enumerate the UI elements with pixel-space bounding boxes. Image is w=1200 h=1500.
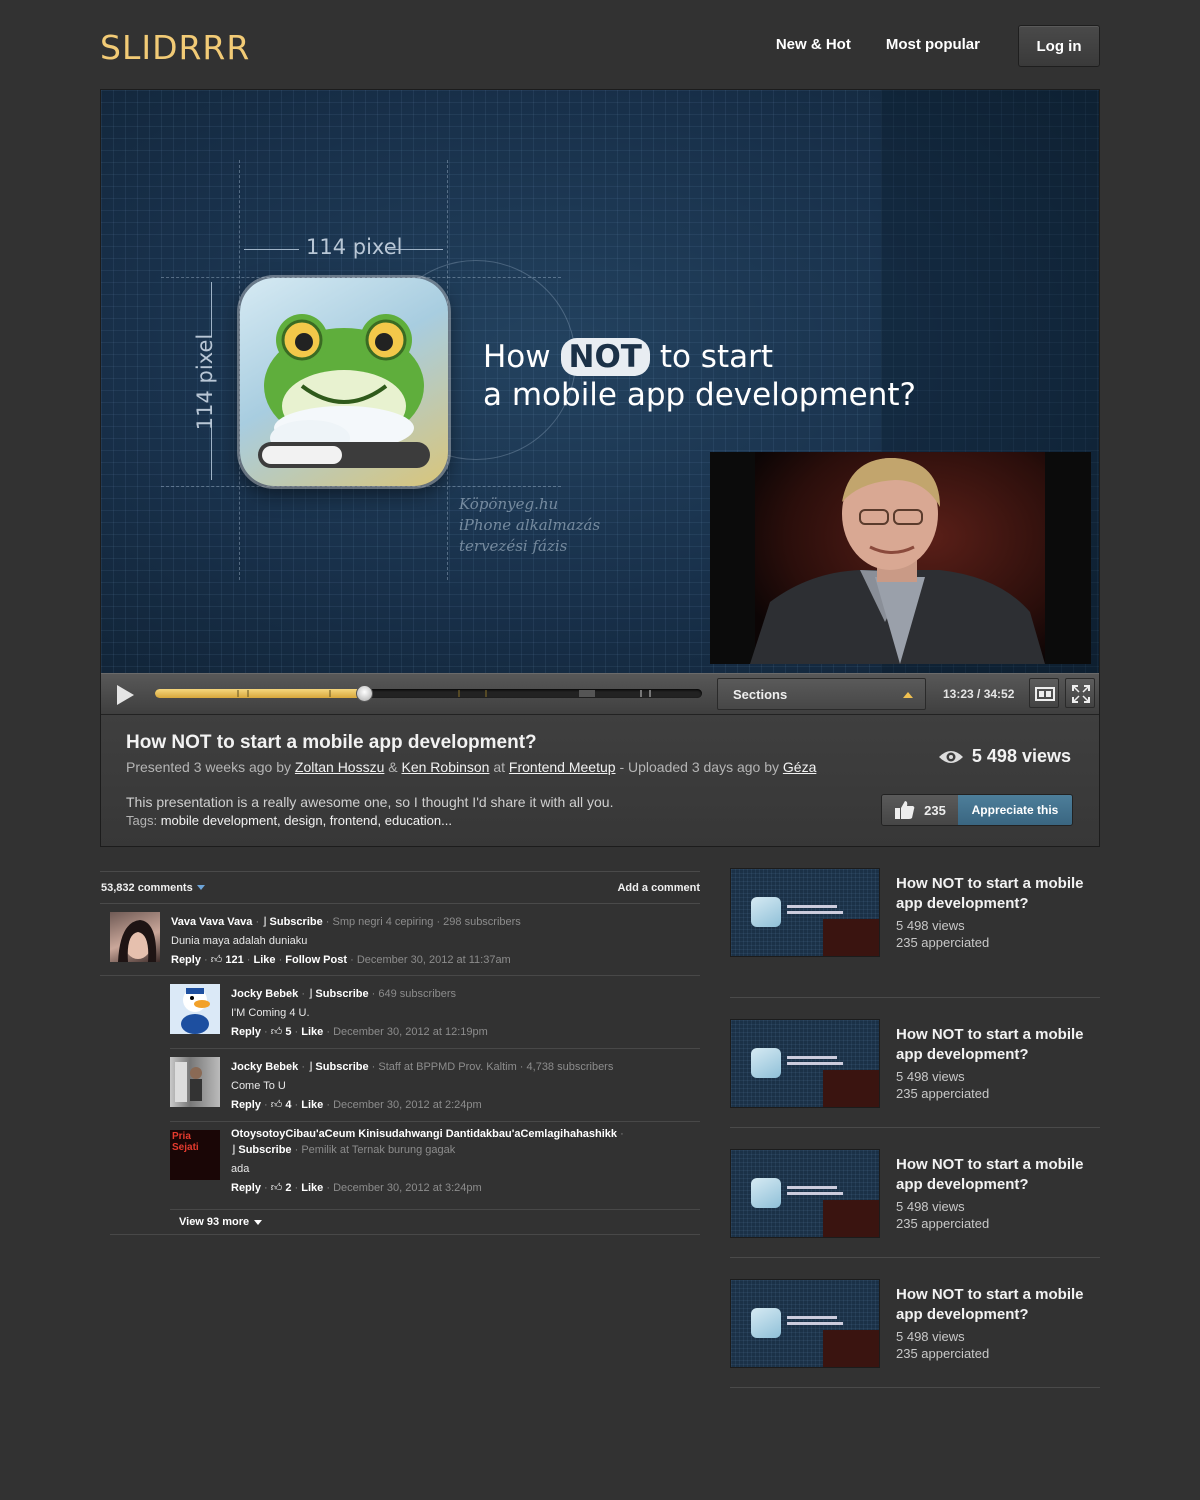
fullscreen-button[interactable] xyxy=(1065,678,1095,708)
related-video-item[interactable]: How NOT to start a mobile app developmen… xyxy=(730,1258,1100,1388)
like-link[interactable]: Like xyxy=(301,1099,323,1111)
time-display: 13:23 / 34:52 xyxy=(943,687,1015,701)
main-nav: New & Hot Most popular xyxy=(776,36,980,53)
progress-handle[interactable] xyxy=(356,685,374,702)
comment-date: December 30, 2012 at 11:37am xyxy=(356,954,511,966)
height-dimension-label: 114 pixel xyxy=(193,333,218,431)
slide-view[interactable]: 114 pixel 114 pixel How NOT to start a m… xyxy=(101,90,1099,673)
rss-icon: ⌋ xyxy=(308,988,313,1000)
related-thumbnail[interactable] xyxy=(730,1149,880,1238)
reply-link[interactable]: Reply xyxy=(231,1182,261,1194)
follow-post-link[interactable]: Follow Post xyxy=(285,954,347,966)
play-icon[interactable] xyxy=(117,685,134,705)
reply-link[interactable]: Reply xyxy=(171,954,201,966)
reply-link[interactable]: Reply xyxy=(231,1099,261,1111)
comments-count-dropdown[interactable]: 53,832 comments xyxy=(101,882,205,894)
view-count: 5 498 views xyxy=(938,746,1071,767)
thumbs-up-icon: 👍︎ xyxy=(210,954,223,966)
avatar[interactable] xyxy=(170,984,220,1034)
comment-author[interactable]: OtoysotoyCibau'aCeum Kinisudahwangi Dant… xyxy=(231,1128,617,1140)
video-meta: Presented 3 weeks ago by Zoltan Hosszu &… xyxy=(126,759,817,775)
caret-up-icon xyxy=(903,692,913,698)
video-description: This presentation is a really awesome on… xyxy=(126,794,614,810)
comment-text: Come To U xyxy=(231,1080,286,1092)
event-link[interactable]: Frontend Meetup xyxy=(509,759,616,775)
video-tags: Tags: mobile development, design, fronte… xyxy=(126,813,452,828)
related-thumbnail[interactable] xyxy=(730,868,880,957)
comment-date: December 30, 2012 at 12:19pm xyxy=(333,1026,488,1038)
related-thumbnail[interactable] xyxy=(730,1019,880,1108)
like-link[interactable]: Like xyxy=(253,954,275,966)
layout-toggle-button[interactable] xyxy=(1029,678,1059,708)
comment-text: I'M Coming 4 U. xyxy=(231,1007,310,1019)
comment-text: Dunia maya adalah duniaku xyxy=(171,935,308,947)
site-header: SLIDRRR New & Hot Most popular Log in xyxy=(100,22,1100,70)
video-info: How NOT to start a mobile app developmen… xyxy=(101,715,1099,846)
chevron-down-icon xyxy=(254,1219,263,1225)
comment-replies: Jocky Bebek · ⌋ Subscribe · 649 subscrib… xyxy=(170,976,700,1210)
add-comment-link[interactable]: Add a comment xyxy=(617,882,700,894)
nav-most-popular[interactable]: Most popular xyxy=(886,36,980,53)
comment-author[interactable]: Jocky Bebek xyxy=(231,1061,298,1073)
avatar[interactable] xyxy=(170,1057,220,1107)
rss-icon: ⌋ xyxy=(262,916,267,928)
slide-note: Köpönyeg.hu iPhone alkalmazás tervezési … xyxy=(459,495,601,555)
comment-author[interactable]: Vava Vava Vava xyxy=(171,916,252,928)
related-video-item[interactable]: How NOT to start a mobile app developmen… xyxy=(730,998,1100,1128)
uploader-link[interactable]: Géza xyxy=(783,759,816,775)
progress-track[interactable] xyxy=(155,685,702,702)
fullscreen-icon xyxy=(1072,685,1090,703)
subscribe-link[interactable]: Subscribe xyxy=(238,1144,291,1156)
comments-section: 53,832 comments Add a comment Vava Vava … xyxy=(100,871,700,1235)
chevron-down-icon xyxy=(196,885,205,891)
subscribe-link[interactable]: Subscribe xyxy=(315,988,368,1000)
site-logo[interactable]: SLIDRRR xyxy=(100,28,250,67)
avatar[interactable] xyxy=(110,912,160,962)
view-more-comments[interactable]: View 93 more xyxy=(179,1216,263,1228)
comment-item: Pria Sejati OtoysotoyCibau'aCeum Kinisud… xyxy=(170,1122,700,1210)
player-controls: Sections 13:23 / 34:52 xyxy=(101,673,1099,715)
appreciate-control: 235 Appreciate this xyxy=(881,794,1073,826)
comment-date: December 30, 2012 at 2:24pm xyxy=(333,1099,482,1111)
video-player: 114 pixel 114 pixel How NOT to start a m… xyxy=(100,89,1100,847)
eye-icon xyxy=(938,750,963,763)
rss-icon: ⌋ xyxy=(231,1144,236,1156)
thumbs-up-icon: 👍︎ xyxy=(270,1026,283,1038)
login-button[interactable]: Log in xyxy=(1018,25,1100,67)
sections-dropdown[interactable]: Sections xyxy=(717,678,926,710)
thumbs-up-icon: 👍︎ xyxy=(270,1182,283,1194)
width-dimension-label: 114 pixel xyxy=(306,235,403,259)
comments-header: 53,832 comments Add a comment xyxy=(100,871,700,904)
presenter-link-1[interactable]: Zoltan Hosszu xyxy=(295,759,384,775)
slide-title: How NOT to start a mobile app developmen… xyxy=(483,338,917,413)
comment-author[interactable]: Jocky Bebek xyxy=(231,988,298,1000)
related-thumbnail[interactable] xyxy=(730,1279,880,1368)
related-video-item[interactable]: How NOT to start a mobile app developmen… xyxy=(730,868,1100,998)
comment-text: ada xyxy=(231,1163,250,1175)
frog-app-icon xyxy=(240,278,448,486)
split-layout-icon xyxy=(1035,687,1055,701)
like-link[interactable]: Like xyxy=(301,1182,323,1194)
subscribe-link[interactable]: Subscribe xyxy=(270,916,323,928)
like-link[interactable]: Like xyxy=(301,1026,323,1038)
comment-item: Vava Vava Vava · ⌋ Subscribe · Smp negri… xyxy=(100,904,700,976)
appreciate-button[interactable]: Appreciate this xyxy=(958,795,1072,825)
thumbs-up-icon xyxy=(895,801,915,819)
appreciate-count: 235 xyxy=(882,795,958,825)
comment-item: Jocky Bebek · ⌋ Subscribe · Staff at BPP… xyxy=(170,1049,700,1122)
thumbs-up-icon: 👍︎ xyxy=(270,1099,283,1111)
related-videos: How NOT to start a mobile app developmen… xyxy=(730,868,1100,1388)
avatar[interactable]: Pria Sejati xyxy=(170,1130,220,1180)
subscribe-link[interactable]: Subscribe xyxy=(315,1061,368,1073)
progress-fill xyxy=(155,689,366,698)
speaker-video[interactable] xyxy=(710,452,1091,664)
reply-link[interactable]: Reply xyxy=(231,1026,261,1038)
video-title: How NOT to start a mobile app developmen… xyxy=(126,732,537,753)
comment-item: Jocky Bebek · ⌋ Subscribe · 649 subscrib… xyxy=(170,976,700,1049)
related-video-item[interactable]: How NOT to start a mobile app developmen… xyxy=(730,1128,1100,1258)
rss-icon: ⌋ xyxy=(308,1061,313,1073)
presenter-link-2[interactable]: Ken Robinson xyxy=(402,759,490,775)
nav-new-hot[interactable]: New & Hot xyxy=(776,36,851,53)
comment-date: December 30, 2012 at 3:24pm xyxy=(333,1182,482,1194)
